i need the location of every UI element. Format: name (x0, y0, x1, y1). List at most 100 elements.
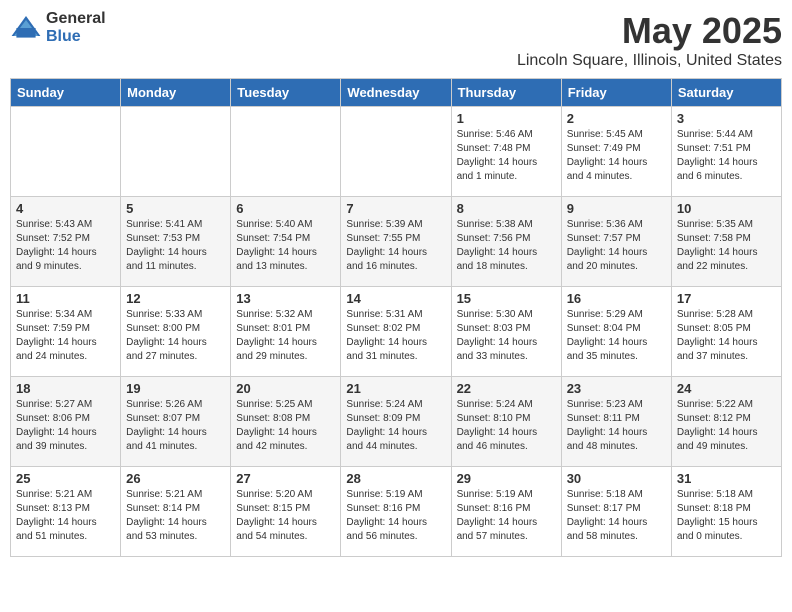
day-header-monday: Monday (121, 79, 231, 107)
calendar-cell: 12Sunrise: 5:33 AM Sunset: 8:00 PM Dayli… (121, 287, 231, 377)
cell-info: Sunrise: 5:36 AM Sunset: 7:57 PM Dayligh… (567, 218, 666, 274)
cell-info: Sunrise: 5:34 AM Sunset: 7:59 PM Dayligh… (16, 308, 115, 364)
week-row-2: 4 Sunrise: 5:43 AM Sunset: 7:52 PM Daylig… (11, 197, 782, 287)
date-number: 15 (457, 291, 556, 306)
cell-info: Sunrise: 5:24 AM Sunset: 8:10 PM Dayligh… (457, 398, 556, 454)
calendar-cell: 23 Sunrise: 5:23 AM Sunset: 8:11 PM Dayli… (561, 377, 671, 467)
logo-icon (10, 12, 42, 44)
calendar-cell: 27Sunrise: 5:20 AM Sunset: 8:15 PM Dayli… (231, 467, 341, 557)
cell-info: Sunrise: 5:39 AM Sunset: 7:55 PM Dayligh… (346, 218, 445, 274)
cell-info: Sunrise: 5:40 AM Sunset: 7:54 PM Dayligh… (236, 218, 335, 274)
calendar-cell: 6 Sunrise: 5:40 AM Sunset: 7:54 PM Daylig… (231, 197, 341, 287)
date-number: 21 (346, 381, 445, 396)
week-row-4: 18 Sunrise: 5:27 AM Sunset: 8:06 PM Dayli… (11, 377, 782, 467)
cell-info: Sunrise: 5:30 AM Sunset: 8:03 PM Dayligh… (457, 308, 556, 364)
cell-info: Sunrise: 5:32 AM Sunset: 8:01 PM Dayligh… (236, 308, 335, 364)
calendar-cell: 3 Sunrise: 5:44 AM Sunset: 7:51 PM Daylig… (671, 107, 781, 197)
calendar-cell: 14 Sunrise: 5:31 AM Sunset: 8:02 PM Dayli… (341, 287, 451, 377)
date-number: 16 (567, 291, 666, 306)
main-title: May 2025 (517, 10, 782, 52)
cell-info: Sunrise: 5:43 AM Sunset: 7:52 PM Dayligh… (16, 218, 115, 274)
calendar-cell: 30 Sunrise: 5:18 AM Sunset: 8:17 PM Dayli… (561, 467, 671, 557)
cell-info: Sunrise: 5:20 AM Sunset: 8:15 PM Dayligh… (236, 488, 335, 544)
week-row-1: 1Sunrise: 5:46 AM Sunset: 7:48 PM Daylig… (11, 107, 782, 197)
calendar-cell: 29 Sunrise: 5:19 AM Sunset: 8:16 PM Dayli… (451, 467, 561, 557)
date-number: 6 (236, 201, 335, 216)
cell-info: Sunrise: 5:19 AM Sunset: 8:16 PM Dayligh… (457, 488, 556, 544)
date-number: 7 (346, 201, 445, 216)
calendar-cell: 17 Sunrise: 5:28 AM Sunset: 8:05 PM Dayli… (671, 287, 781, 377)
day-header-tuesday: Tuesday (231, 79, 341, 107)
cell-info: Sunrise: 5:27 AM Sunset: 8:06 PM Dayligh… (16, 398, 115, 454)
date-number: 30 (567, 471, 666, 486)
calendar-cell: 21 Sunrise: 5:24 AM Sunset: 8:09 PM Dayli… (341, 377, 451, 467)
date-number: 5 (126, 201, 225, 216)
date-number: 12 (126, 291, 225, 306)
logo-blue: Blue (46, 28, 106, 46)
calendar-cell: 11Sunrise: 5:34 AM Sunset: 7:59 PM Dayli… (11, 287, 121, 377)
calendar-cell: 2 Sunrise: 5:45 AM Sunset: 7:49 PM Daylig… (561, 107, 671, 197)
date-number: 2 (567, 111, 666, 126)
calendar-cell: 28 Sunrise: 5:19 AM Sunset: 8:16 PM Dayli… (341, 467, 451, 557)
date-number: 24 (677, 381, 776, 396)
calendar-cell: 24 Sunrise: 5:22 AM Sunset: 8:12 PM Dayli… (671, 377, 781, 467)
calendar-cell: 13 Sunrise: 5:32 AM Sunset: 8:01 PM Dayli… (231, 287, 341, 377)
calendar-cell: 19Sunrise: 5:26 AM Sunset: 8:07 PM Dayli… (121, 377, 231, 467)
calendar-cell: 1Sunrise: 5:46 AM Sunset: 7:48 PM Daylig… (451, 107, 561, 197)
date-number: 14 (346, 291, 445, 306)
date-number: 23 (567, 381, 666, 396)
day-header-saturday: Saturday (671, 79, 781, 107)
date-number: 20 (236, 381, 335, 396)
cell-info: Sunrise: 5:21 AM Sunset: 8:14 PM Dayligh… (126, 488, 225, 544)
cell-info: Sunrise: 5:38 AM Sunset: 7:56 PM Dayligh… (457, 218, 556, 274)
day-header-friday: Friday (561, 79, 671, 107)
date-number: 29 (457, 471, 556, 486)
date-number: 28 (346, 471, 445, 486)
calendar-cell: 4 Sunrise: 5:43 AM Sunset: 7:52 PM Daylig… (11, 197, 121, 287)
date-number: 1 (457, 111, 556, 126)
logo-general: General (46, 10, 106, 28)
date-number: 8 (457, 201, 556, 216)
date-number: 25 (16, 471, 115, 486)
cell-info: Sunrise: 5:31 AM Sunset: 8:02 PM Dayligh… (346, 308, 445, 364)
date-number: 18 (16, 381, 115, 396)
cell-info: Sunrise: 5:24 AM Sunset: 8:09 PM Dayligh… (346, 398, 445, 454)
calendar-cell: 8 Sunrise: 5:38 AM Sunset: 7:56 PM Daylig… (451, 197, 561, 287)
cell-info: Sunrise: 5:23 AM Sunset: 8:11 PM Dayligh… (567, 398, 666, 454)
date-number: 13 (236, 291, 335, 306)
cell-info: Sunrise: 5:28 AM Sunset: 8:05 PM Dayligh… (677, 308, 776, 364)
date-number: 4 (16, 201, 115, 216)
calendar-cell (231, 107, 341, 197)
calendar-cell: 25 Sunrise: 5:21 AM Sunset: 8:13 PM Dayli… (11, 467, 121, 557)
calendar-cell (11, 107, 121, 197)
cell-info: Sunrise: 5:19 AM Sunset: 8:16 PM Dayligh… (346, 488, 445, 544)
calendar-cell: 7 Sunrise: 5:39 AM Sunset: 7:55 PM Daylig… (341, 197, 451, 287)
cell-info: Sunrise: 5:44 AM Sunset: 7:51 PM Dayligh… (677, 128, 776, 184)
date-number: 3 (677, 111, 776, 126)
cell-info: Sunrise: 5:35 AM Sunset: 7:58 PM Dayligh… (677, 218, 776, 274)
header-row: SundayMondayTuesdayWednesdayThursdayFrid… (11, 79, 782, 107)
calendar-cell: 16 Sunrise: 5:29 AM Sunset: 8:04 PM Dayli… (561, 287, 671, 377)
logo-text: General Blue (46, 10, 106, 45)
calendar-cell (341, 107, 451, 197)
cell-info: Sunrise: 5:21 AM Sunset: 8:13 PM Dayligh… (16, 488, 115, 544)
day-header-sunday: Sunday (11, 79, 121, 107)
calendar-cell: 22Sunrise: 5:24 AM Sunset: 8:10 PM Dayli… (451, 377, 561, 467)
day-header-thursday: Thursday (451, 79, 561, 107)
cell-info: Sunrise: 5:18 AM Sunset: 8:18 PM Dayligh… (677, 488, 776, 544)
calendar-cell: 31Sunrise: 5:18 AM Sunset: 8:18 PM Dayli… (671, 467, 781, 557)
cell-info: Sunrise: 5:45 AM Sunset: 7:49 PM Dayligh… (567, 128, 666, 184)
title-area: May 2025 Lincoln Square, Illinois, Unite… (517, 10, 782, 70)
calendar-cell: 9 Sunrise: 5:36 AM Sunset: 7:57 PM Daylig… (561, 197, 671, 287)
cell-info: Sunrise: 5:41 AM Sunset: 7:53 PM Dayligh… (126, 218, 225, 274)
cell-info: Sunrise: 5:29 AM Sunset: 8:04 PM Dayligh… (567, 308, 666, 364)
calendar-cell: 20 Sunrise: 5:25 AM Sunset: 8:08 PM Dayli… (231, 377, 341, 467)
date-number: 9 (567, 201, 666, 216)
cell-info: Sunrise: 5:22 AM Sunset: 8:12 PM Dayligh… (677, 398, 776, 454)
cell-info: Sunrise: 5:25 AM Sunset: 8:08 PM Dayligh… (236, 398, 335, 454)
calendar-cell (121, 107, 231, 197)
date-number: 17 (677, 291, 776, 306)
cell-info: Sunrise: 5:18 AM Sunset: 8:17 PM Dayligh… (567, 488, 666, 544)
day-header-wednesday: Wednesday (341, 79, 451, 107)
date-number: 19 (126, 381, 225, 396)
